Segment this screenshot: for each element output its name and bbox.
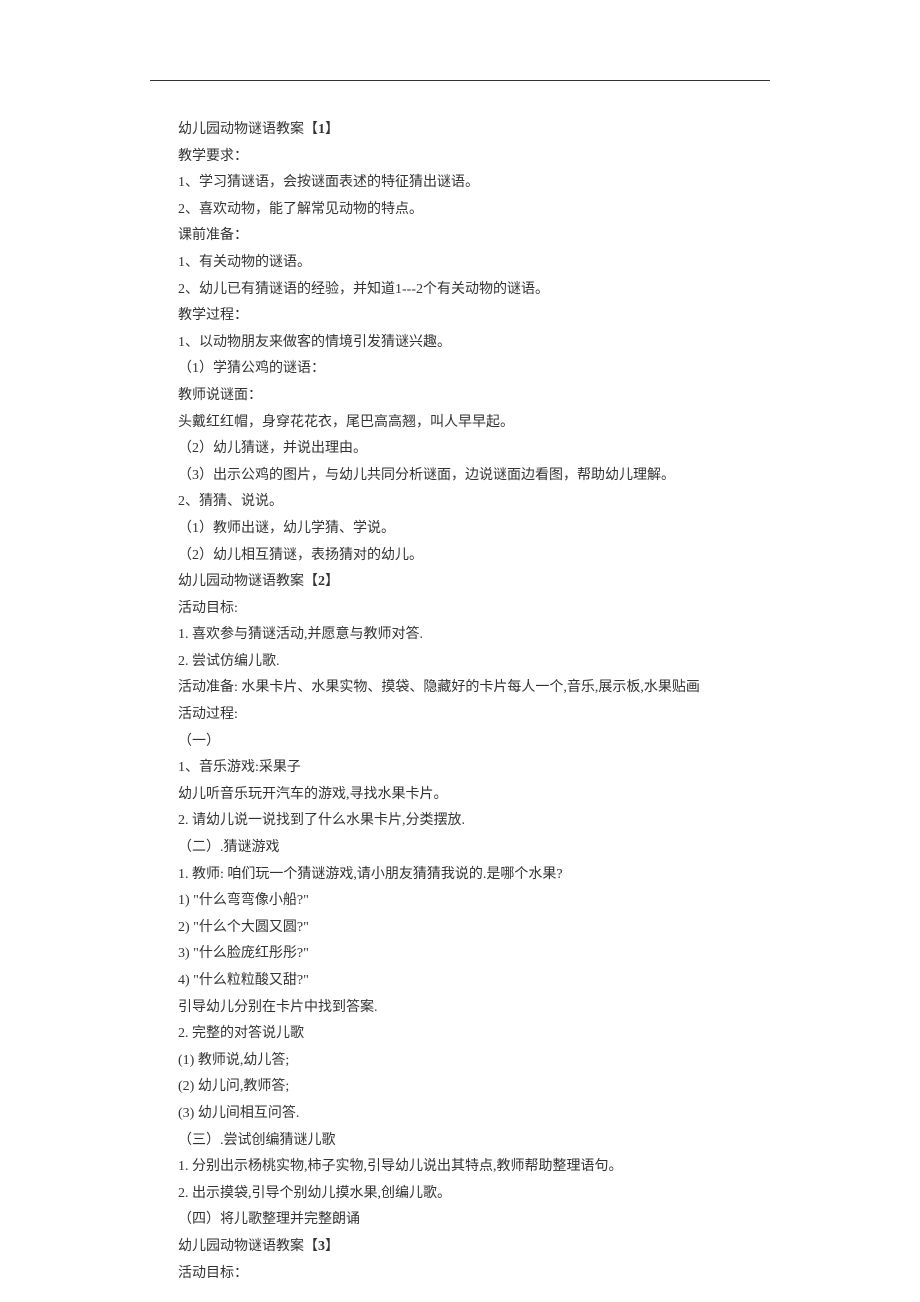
line-text: 活动过程: bbox=[178, 707, 238, 722]
text-line: 活动过程: bbox=[150, 702, 770, 729]
line-text: 幼儿园动物谜语教案【 bbox=[178, 574, 318, 589]
text-line: (3) 幼儿间相互问答. bbox=[150, 1101, 770, 1128]
text-line: 头戴红红帽，身穿花花衣，尾巴高高翘，叫人早早起。 bbox=[150, 410, 770, 437]
text-line: 幼儿园动物谜语教案【2】 bbox=[150, 569, 770, 596]
text-line: 教师说谜面： bbox=[150, 383, 770, 410]
line-text: （3）出示公鸡的图片，与幼儿共同分析谜面，边说谜面边看图，帮助幼儿理解。 bbox=[178, 468, 675, 483]
line-text: （1）教师出谜，幼儿学猜、学说。 bbox=[178, 521, 395, 536]
text-line: 4) "什么粒粒酸又甜?" bbox=[150, 968, 770, 995]
line-text: 1. 喜欢参与猜谜活动,并愿意与教师对答. bbox=[178, 627, 423, 642]
line-text: 教师说谜面： bbox=[178, 388, 262, 403]
line-text: 2、喜欢动物，能了解常见动物的特点。 bbox=[178, 202, 423, 217]
line-text: 2. 尝试仿编儿歌. bbox=[178, 654, 280, 669]
text-line: 活动目标: bbox=[150, 596, 770, 623]
line-text: 2. 请幼儿说一说找到了什么水果卡片,分类摆放. bbox=[178, 813, 465, 828]
line-text: 幼儿园动物谜语教案【 bbox=[178, 122, 318, 137]
line-text: 2、幼儿已有猜谜语的经验，并知道1---2个有关动物的谜语。 bbox=[178, 282, 549, 297]
line-text: 2. 完整的对答说儿歌 bbox=[178, 1026, 304, 1041]
line-text: 活动目标: bbox=[178, 601, 238, 616]
line-text: 幼儿园动物谜语教案【 bbox=[178, 1239, 318, 1254]
line-text: （一） bbox=[178, 734, 220, 749]
text-line: 1、学习猜谜语，会按谜面表述的特征猜出谜语。 bbox=[150, 170, 770, 197]
text-line: 活动准备: 水果卡片、水果实物、摸袋、隐藏好的卡片每人一个,音乐,展示板,水果贴… bbox=[150, 675, 770, 702]
line-text: 头戴红红帽，身穿花花衣，尾巴高高翘，叫人早早起。 bbox=[178, 415, 514, 430]
line-text: 2) "什么个大圆又圆?" bbox=[178, 920, 309, 935]
line-text: (2) 幼儿问,教师答; bbox=[178, 1079, 289, 1094]
text-line: 幼儿园动物谜语教案【3】 bbox=[150, 1234, 770, 1261]
line-text: 1. 教师: 咱们玩一个猜谜游戏,请小朋友猜猜我说的.是哪个水果? bbox=[178, 867, 563, 882]
text-line: （一） bbox=[150, 729, 770, 756]
line-text: （二）.猜谜游戏 bbox=[178, 840, 280, 855]
line-text: 1、音乐游戏:采果子 bbox=[178, 760, 301, 775]
text-line: 1. 分别出示杨桃实物,柿子实物,引导幼儿说出其特点,教师帮助整理语句。 bbox=[150, 1154, 770, 1181]
section-number: 3 bbox=[318, 1239, 325, 1254]
text-line: 1. 教师: 咱们玩一个猜谜游戏,请小朋友猜猜我说的.是哪个水果? bbox=[150, 862, 770, 889]
text-line: （四）将儿歌整理并完整朗诵 bbox=[150, 1207, 770, 1234]
text-line: 引导幼儿分别在卡片中找到答案. bbox=[150, 995, 770, 1022]
text-line: 2. 尝试仿编儿歌. bbox=[150, 649, 770, 676]
text-line: 幼儿听音乐玩开汽车的游戏,寻找水果卡片。 bbox=[150, 782, 770, 809]
line-text: 2. 出示摸袋,引导个别幼儿摸水果,创编儿歌。 bbox=[178, 1186, 451, 1201]
text-line: 1、有关动物的谜语。 bbox=[150, 250, 770, 277]
line-tail: 】 bbox=[325, 574, 339, 589]
text-line: 2、幼儿已有猜谜语的经验，并知道1---2个有关动物的谜语。 bbox=[150, 277, 770, 304]
text-line: 2) "什么个大圆又圆?" bbox=[150, 915, 770, 942]
line-text: 1、以动物朋友来做客的情境引发猜谜兴趣。 bbox=[178, 335, 451, 350]
text-line: 2. 完整的对答说儿歌 bbox=[150, 1021, 770, 1048]
text-line: 3) "什么脸庞红彤彤?" bbox=[150, 941, 770, 968]
line-text: 教学要求： bbox=[178, 149, 248, 164]
text-line: 2. 出示摸袋,引导个别幼儿摸水果,创编儿歌。 bbox=[150, 1181, 770, 1208]
line-text: 4) "什么粒粒酸又甜?" bbox=[178, 973, 309, 988]
document-body: 幼儿园动物谜语教案【1】教学要求：1、学习猜谜语，会按谜面表述的特征猜出谜语。2… bbox=[150, 117, 770, 1287]
line-text: 1、学习猜谜语，会按谜面表述的特征猜出谜语。 bbox=[178, 175, 479, 190]
line-text: 教学过程： bbox=[178, 308, 248, 323]
text-line: 教学要求： bbox=[150, 144, 770, 171]
line-text: 1、有关动物的谜语。 bbox=[178, 255, 311, 270]
line-text: （2）幼儿猜谜，并说出理由。 bbox=[178, 441, 367, 456]
line-tail: 】 bbox=[325, 122, 339, 137]
text-line: 1、以动物朋友来做客的情境引发猜谜兴趣。 bbox=[150, 330, 770, 357]
text-line: (2) 幼儿问,教师答; bbox=[150, 1074, 770, 1101]
text-line: （1）教师出谜，幼儿学猜、学说。 bbox=[150, 516, 770, 543]
text-line: （3）出示公鸡的图片，与幼儿共同分析谜面，边说谜面边看图，帮助幼儿理解。 bbox=[150, 463, 770, 490]
line-text: 引导幼儿分别在卡片中找到答案. bbox=[178, 1000, 378, 1015]
line-tail: 】 bbox=[325, 1239, 339, 1254]
line-text: 课前准备： bbox=[178, 228, 248, 243]
text-line: (1) 教师说,幼儿答; bbox=[150, 1048, 770, 1075]
text-line: 课前准备： bbox=[150, 223, 770, 250]
text-line: （三）.尝试创编猜谜儿歌 bbox=[150, 1128, 770, 1155]
line-text: 1. 分别出示杨桃实物,柿子实物,引导幼儿说出其特点,教师帮助整理语句。 bbox=[178, 1159, 623, 1174]
line-text: （2）幼儿相互猜谜，表扬猜对的幼儿。 bbox=[178, 548, 423, 563]
text-line: 教学过程： bbox=[150, 303, 770, 330]
text-line: （2）幼儿相互猜谜，表扬猜对的幼儿。 bbox=[150, 543, 770, 570]
text-line: 2、喜欢动物，能了解常见动物的特点。 bbox=[150, 197, 770, 224]
line-text: 活动目标： bbox=[178, 1266, 248, 1281]
text-line: 1、音乐游戏:采果子 bbox=[150, 755, 770, 782]
section-number: 2 bbox=[318, 574, 325, 589]
line-text: （1）学猜公鸡的谜语： bbox=[178, 361, 325, 376]
line-text: 活动准备: 水果卡片、水果实物、摸袋、隐藏好的卡片每人一个,音乐,展示板,水果贴… bbox=[178, 680, 700, 695]
text-line: 活动目标： bbox=[150, 1261, 770, 1288]
line-text: (3) 幼儿间相互问答. bbox=[178, 1106, 299, 1121]
line-text: （三）.尝试创编猜谜儿歌 bbox=[178, 1133, 336, 1148]
horizontal-rule bbox=[150, 80, 770, 81]
text-line: 1) "什么弯弯像小船?" bbox=[150, 888, 770, 915]
line-text: 2、猜猜、说说。 bbox=[178, 494, 283, 509]
text-line: 幼儿园动物谜语教案【1】 bbox=[150, 117, 770, 144]
text-line: （2）幼儿猜谜，并说出理由。 bbox=[150, 436, 770, 463]
line-text: (1) 教师说,幼儿答; bbox=[178, 1053, 289, 1068]
section-number: 1 bbox=[318, 122, 325, 137]
text-line: 1. 喜欢参与猜谜活动,并愿意与教师对答. bbox=[150, 622, 770, 649]
text-line: （二）.猜谜游戏 bbox=[150, 835, 770, 862]
text-line: 2、猜猜、说说。 bbox=[150, 489, 770, 516]
text-line: 2. 请幼儿说一说找到了什么水果卡片,分类摆放. bbox=[150, 808, 770, 835]
text-line: （1）学猜公鸡的谜语： bbox=[150, 356, 770, 383]
line-text: （四）将儿歌整理并完整朗诵 bbox=[178, 1212, 360, 1227]
line-text: 幼儿听音乐玩开汽车的游戏,寻找水果卡片。 bbox=[178, 787, 448, 802]
line-text: 1) "什么弯弯像小船?" bbox=[178, 893, 309, 908]
line-text: 3) "什么脸庞红彤彤?" bbox=[178, 946, 309, 961]
